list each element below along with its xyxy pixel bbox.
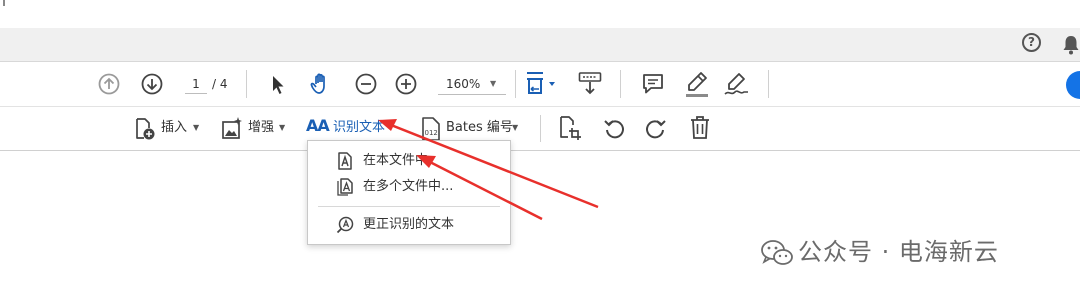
arrow-up-circle-icon[interactable]: [98, 73, 120, 95]
page-number-input[interactable]: 1: [185, 75, 207, 94]
bates-icon-digits: 012: [425, 129, 438, 137]
toolbar-divider: [768, 70, 769, 98]
enhance-label[interactable]: 增强: [248, 119, 274, 137]
hand-icon[interactable]: [309, 72, 333, 96]
toolbar-divider: [246, 70, 247, 98]
bell-icon[interactable]: [1062, 34, 1080, 56]
highlight-pen-icon[interactable]: [684, 70, 710, 98]
rotate-clockwise-icon[interactable]: [645, 117, 667, 139]
page-total: / 4: [212, 77, 228, 91]
chevron-down-icon: ▼: [490, 79, 497, 88]
help-icon[interactable]: ?: [1022, 33, 1041, 52]
toolbar-divider: [620, 70, 621, 98]
window-edge-marker: [3, 0, 5, 6]
crop-page-icon[interactable]: [558, 115, 582, 141]
document-ocr-icon: [338, 152, 352, 170]
correct-text-icon: [336, 216, 354, 234]
watermark-text: 公众号 · 电海新云: [798, 238, 999, 266]
menu-item-label: 更正识别的文本: [363, 217, 455, 232]
toolbar-divider: [540, 115, 541, 142]
arrow-down-circle-icon[interactable]: [141, 73, 163, 95]
delete-page-icon[interactable]: [689, 115, 711, 141]
fit-page-icon[interactable]: [524, 70, 558, 98]
insert-label[interactable]: 插入: [161, 119, 187, 137]
watermark: 公众号 · 电海新云: [760, 233, 1060, 273]
toolbar-divider: [515, 70, 516, 98]
ocr-text-icon[interactable]: AA: [306, 117, 330, 135]
documents-ocr-icon: [337, 178, 353, 196]
window-top-strip: [0, 0, 1080, 29]
recognize-text-label[interactable]: 识别文本: [333, 119, 385, 137]
insert-page-icon[interactable]: [134, 117, 156, 141]
zoom-select[interactable]: 160% ▼: [438, 74, 506, 95]
menu-item-label: 在本文件中: [363, 153, 429, 168]
chevron-down-icon: ▼: [193, 123, 200, 132]
sign-icon[interactable]: [723, 71, 751, 97]
comment-icon[interactable]: [641, 72, 665, 96]
chevron-down-icon: ▼: [512, 123, 519, 132]
scroll-mode-icon[interactable]: [578, 71, 602, 97]
bates-number-icon[interactable]: 012: [420, 116, 442, 142]
bates-number-label[interactable]: Bates 编号: [446, 119, 513, 137]
zoom-value: 160%: [446, 77, 481, 91]
recognize-text-menu: 在本文件中 在多个文件中... 更正识别的文本: [307, 140, 511, 245]
menu-item-in-multiple-files[interactable]: 在多个文件中...: [308, 174, 510, 200]
app-header-bar: ?: [0, 28, 1080, 62]
rotate-counterclockwise-icon[interactable]: [603, 117, 625, 139]
select-pointer-icon[interactable]: [269, 74, 287, 96]
menu-item-in-this-file[interactable]: 在本文件中: [308, 148, 510, 174]
wechat-icon: [761, 240, 793, 265]
menu-divider: [318, 206, 500, 207]
main-toolbar: 1 / 4 160% ▼: [0, 62, 1080, 107]
zoom-out-icon[interactable]: [355, 73, 377, 95]
zoom-in-icon[interactable]: [395, 73, 417, 95]
menu-item-label: 在多个文件中...: [363, 179, 454, 194]
menu-item-correct-recognized-text[interactable]: 更正识别的文本: [308, 212, 510, 238]
organize-toolbar: 插入 ▼ 增强 ▼ AA 识别文本 012 Bates 编号 ▼: [0, 107, 1080, 151]
enhance-scan-icon[interactable]: [220, 115, 244, 141]
chevron-down-icon: ▼: [279, 123, 286, 132]
